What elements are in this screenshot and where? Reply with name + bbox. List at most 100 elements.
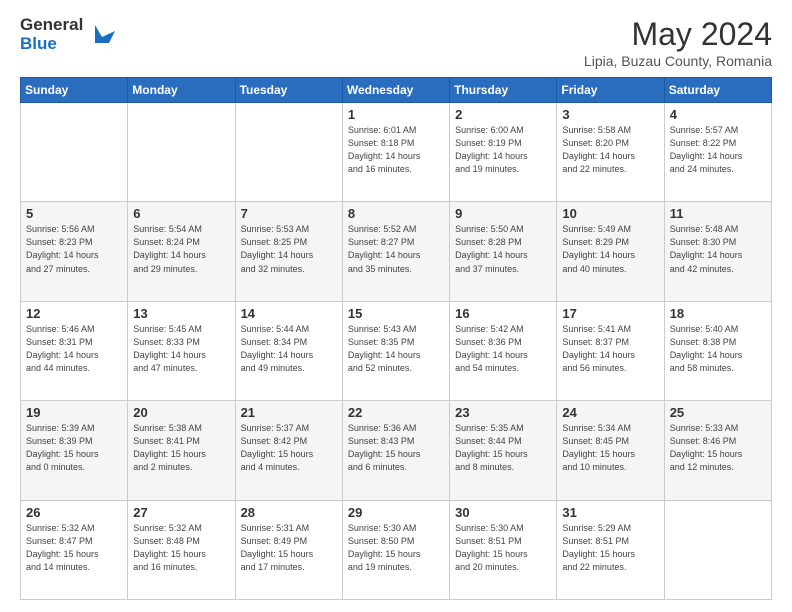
day-cell: 23 Sunrise: 5:35 AMSunset: 8:44 PMDayligh… bbox=[450, 401, 557, 500]
day-number: 1 bbox=[348, 107, 444, 122]
day-info: Sunrise: 5:44 AMSunset: 8:34 PMDaylight:… bbox=[241, 323, 337, 375]
day-header-wednesday: Wednesday bbox=[342, 78, 449, 103]
day-cell: 7 Sunrise: 5:53 AMSunset: 8:25 PMDaylight… bbox=[235, 202, 342, 301]
day-info: Sunrise: 6:00 AMSunset: 8:19 PMDaylight:… bbox=[455, 124, 551, 176]
day-info: Sunrise: 5:35 AMSunset: 8:44 PMDaylight:… bbox=[455, 422, 551, 474]
day-info: Sunrise: 5:41 AMSunset: 8:37 PMDaylight:… bbox=[562, 323, 658, 375]
day-info: Sunrise: 5:57 AMSunset: 8:22 PMDaylight:… bbox=[670, 124, 766, 176]
day-number: 15 bbox=[348, 306, 444, 321]
day-number: 27 bbox=[133, 505, 229, 520]
day-cell: 8 Sunrise: 5:52 AMSunset: 8:27 PMDaylight… bbox=[342, 202, 449, 301]
day-cell: 15Sunrise: 5:43 AMSunset: 8:35 PMDayligh… bbox=[342, 301, 449, 400]
day-info: Sunrise: 5:33 AMSunset: 8:46 PMDaylight:… bbox=[670, 422, 766, 474]
day-info: Sunrise: 5:36 AMSunset: 8:43 PMDaylight:… bbox=[348, 422, 444, 474]
calendar-table: SundayMondayTuesdayWednesdayThursdayFrid… bbox=[20, 77, 772, 600]
day-number: 2 bbox=[455, 107, 551, 122]
logo: General Blue bbox=[20, 16, 117, 53]
day-info: Sunrise: 5:30 AMSunset: 8:50 PMDaylight:… bbox=[348, 522, 444, 574]
day-info: Sunrise: 5:54 AMSunset: 8:24 PMDaylight:… bbox=[133, 223, 229, 275]
day-cell: 6 Sunrise: 5:54 AMSunset: 8:24 PMDaylight… bbox=[128, 202, 235, 301]
header: General Blue May 2024 Lipia, Buzau Count… bbox=[20, 16, 772, 69]
day-number: 8 bbox=[348, 206, 444, 221]
day-header-tuesday: Tuesday bbox=[235, 78, 342, 103]
day-cell: 13Sunrise: 5:45 AMSunset: 8:33 PMDayligh… bbox=[128, 301, 235, 400]
day-info: Sunrise: 5:45 AMSunset: 8:33 PMDaylight:… bbox=[133, 323, 229, 375]
day-cell: 27 Sunrise: 5:32 AMSunset: 8:48 PMDayligh… bbox=[128, 500, 235, 599]
day-info: Sunrise: 5:30 AMSunset: 8:51 PMDaylight:… bbox=[455, 522, 551, 574]
day-number: 4 bbox=[670, 107, 766, 122]
day-number: 6 bbox=[133, 206, 229, 221]
location: Lipia, Buzau County, Romania bbox=[584, 53, 772, 69]
day-number: 3 bbox=[562, 107, 658, 122]
day-number: 17 bbox=[562, 306, 658, 321]
day-cell: 22Sunrise: 5:36 AMSunset: 8:43 PMDayligh… bbox=[342, 401, 449, 500]
day-info: Sunrise: 5:32 AMSunset: 8:48 PMDaylight:… bbox=[133, 522, 229, 574]
day-number: 20 bbox=[133, 405, 229, 420]
day-number: 28 bbox=[241, 505, 337, 520]
day-header-monday: Monday bbox=[128, 78, 235, 103]
day-number: 29 bbox=[348, 505, 444, 520]
day-info: Sunrise: 6:01 AMSunset: 8:18 PMDaylight:… bbox=[348, 124, 444, 176]
day-cell: 19 Sunrise: 5:39 AMSunset: 8:39 PMDayligh… bbox=[21, 401, 128, 500]
day-cell: 30 Sunrise: 5:30 AMSunset: 8:51 PMDayligh… bbox=[450, 500, 557, 599]
day-number: 30 bbox=[455, 505, 551, 520]
day-cell bbox=[664, 500, 771, 599]
day-info: Sunrise: 5:29 AMSunset: 8:51 PMDaylight:… bbox=[562, 522, 658, 574]
day-cell: 31 Sunrise: 5:29 AMSunset: 8:51 PMDayligh… bbox=[557, 500, 664, 599]
day-number: 5 bbox=[26, 206, 122, 221]
day-number: 31 bbox=[562, 505, 658, 520]
title-block: May 2024 Lipia, Buzau County, Romania bbox=[584, 16, 772, 69]
day-info: Sunrise: 5:34 AMSunset: 8:45 PMDaylight:… bbox=[562, 422, 658, 474]
day-cell: 18Sunrise: 5:40 AMSunset: 8:38 PMDayligh… bbox=[664, 301, 771, 400]
day-number: 19 bbox=[26, 405, 122, 420]
day-number: 26 bbox=[26, 505, 122, 520]
day-cell bbox=[21, 103, 128, 202]
day-header-row: SundayMondayTuesdayWednesdayThursdayFrid… bbox=[21, 78, 772, 103]
day-cell: 12Sunrise: 5:46 AMSunset: 8:31 PMDayligh… bbox=[21, 301, 128, 400]
week-row-5: 26 Sunrise: 5:32 AMSunset: 8:47 PMDayligh… bbox=[21, 500, 772, 599]
day-info: Sunrise: 5:42 AMSunset: 8:36 PMDaylight:… bbox=[455, 323, 551, 375]
logo-blue: Blue bbox=[20, 34, 57, 53]
day-cell: 17 Sunrise: 5:41 AMSunset: 8:37 PMDayligh… bbox=[557, 301, 664, 400]
day-info: Sunrise: 5:53 AMSunset: 8:25 PMDaylight:… bbox=[241, 223, 337, 275]
day-info: Sunrise: 5:38 AMSunset: 8:41 PMDaylight:… bbox=[133, 422, 229, 474]
day-header-saturday: Saturday bbox=[664, 78, 771, 103]
day-header-thursday: Thursday bbox=[450, 78, 557, 103]
week-row-4: 19 Sunrise: 5:39 AMSunset: 8:39 PMDayligh… bbox=[21, 401, 772, 500]
day-number: 18 bbox=[670, 306, 766, 321]
day-cell: 16 Sunrise: 5:42 AMSunset: 8:36 PMDayligh… bbox=[450, 301, 557, 400]
day-cell: 29 Sunrise: 5:30 AMSunset: 8:50 PMDayligh… bbox=[342, 500, 449, 599]
day-info: Sunrise: 5:56 AMSunset: 8:23 PMDaylight:… bbox=[26, 223, 122, 275]
day-info: Sunrise: 5:37 AMSunset: 8:42 PMDaylight:… bbox=[241, 422, 337, 474]
day-cell: 11 Sunrise: 5:48 AMSunset: 8:30 PMDayligh… bbox=[664, 202, 771, 301]
day-number: 25 bbox=[670, 405, 766, 420]
day-number: 11 bbox=[670, 206, 766, 221]
day-cell: 3Sunrise: 5:58 AMSunset: 8:20 PMDaylight… bbox=[557, 103, 664, 202]
day-number: 9 bbox=[455, 206, 551, 221]
day-header-friday: Friday bbox=[557, 78, 664, 103]
day-info: Sunrise: 5:32 AMSunset: 8:47 PMDaylight:… bbox=[26, 522, 122, 574]
day-number: 12 bbox=[26, 306, 122, 321]
day-number: 16 bbox=[455, 306, 551, 321]
day-info: Sunrise: 5:52 AMSunset: 8:27 PMDaylight:… bbox=[348, 223, 444, 275]
day-number: 14 bbox=[241, 306, 337, 321]
day-info: Sunrise: 5:48 AMSunset: 8:30 PMDaylight:… bbox=[670, 223, 766, 275]
day-number: 23 bbox=[455, 405, 551, 420]
day-number: 21 bbox=[241, 405, 337, 420]
day-cell: 25 Sunrise: 5:33 AMSunset: 8:46 PMDayligh… bbox=[664, 401, 771, 500]
logo-general: General bbox=[20, 15, 83, 34]
page: General Blue May 2024 Lipia, Buzau Count… bbox=[0, 0, 792, 612]
day-info: Sunrise: 5:31 AMSunset: 8:49 PMDaylight:… bbox=[241, 522, 337, 574]
day-number: 24 bbox=[562, 405, 658, 420]
day-cell: 26 Sunrise: 5:32 AMSunset: 8:47 PMDayligh… bbox=[21, 500, 128, 599]
day-cell: 21 Sunrise: 5:37 AMSunset: 8:42 PMDayligh… bbox=[235, 401, 342, 500]
day-number: 10 bbox=[562, 206, 658, 221]
month-title: May 2024 bbox=[584, 16, 772, 53]
day-cell bbox=[128, 103, 235, 202]
day-cell: 1 Sunrise: 6:01 AMSunset: 8:18 PMDaylight… bbox=[342, 103, 449, 202]
day-info: Sunrise: 5:39 AMSunset: 8:39 PMDaylight:… bbox=[26, 422, 122, 474]
day-number: 7 bbox=[241, 206, 337, 221]
week-row-3: 12Sunrise: 5:46 AMSunset: 8:31 PMDayligh… bbox=[21, 301, 772, 400]
day-info: Sunrise: 5:50 AMSunset: 8:28 PMDaylight:… bbox=[455, 223, 551, 275]
day-cell: 14 Sunrise: 5:44 AMSunset: 8:34 PMDayligh… bbox=[235, 301, 342, 400]
